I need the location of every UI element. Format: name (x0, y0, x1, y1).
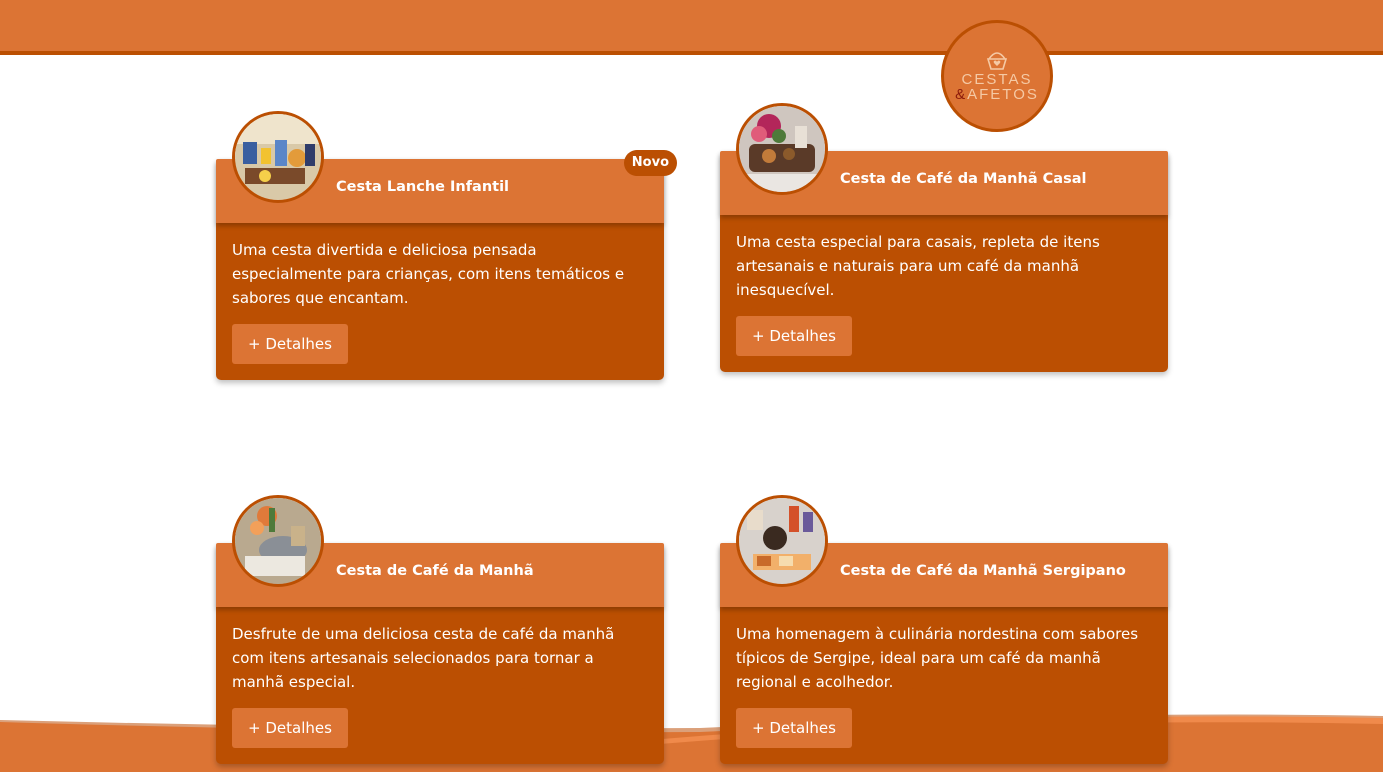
card-title: Cesta de Café da Manhã Casal (840, 171, 1087, 187)
details-button[interactable]: + Detalhes (736, 708, 852, 748)
card-description: Uma cesta divertida e deliciosa pensada … (232, 241, 625, 307)
bottom-wave-decoration (0, 714, 1383, 772)
card-header: Cesta de Café da Manhã Sergipano (720, 495, 1168, 607)
sergipe-breakfast-basket-photo (739, 498, 825, 584)
logo-text-line1: CESTAS (961, 71, 1033, 88)
card-title: Cesta de Café da Manhã (336, 563, 534, 579)
couple-breakfast-basket-photo (739, 106, 825, 192)
card-header: Cesta de Café da Manhã Casal (720, 103, 1168, 215)
product-thumbnail[interactable] (736, 495, 828, 587)
brand-logo[interactable]: CESTAS &AFETOS (941, 20, 1053, 132)
card-description: Uma homenagem à culinária nordestina com… (736, 625, 1139, 691)
card-body: Desfrute de uma deliciosa cesta de café … (216, 607, 664, 764)
logo-ampersand: & (955, 86, 968, 103)
card-body: Uma cesta especial para casais, repleta … (720, 215, 1168, 372)
card-description: Uma cesta especial para casais, repleta … (736, 233, 1100, 299)
product-card: Cesta Lanche Infantil Novo Uma cesta div… (216, 111, 677, 380)
breakfast-basket-photo (235, 498, 321, 584)
card-description: Desfrute de uma deliciosa cesta de café … (232, 625, 615, 691)
details-button[interactable]: + Detalhes (736, 316, 852, 356)
product-card: Cesta de Café da Manhã Sergipano Uma hom… (720, 495, 1168, 764)
product-card: Cesta de Café da Manhã Casal Uma cesta e… (720, 103, 1168, 372)
card-header: Cesta Lanche Infantil Novo (216, 111, 677, 223)
card-title: Cesta de Café da Manhã Sergipano (840, 563, 1126, 579)
logo-text-afetos: AFETOS (967, 86, 1039, 103)
top-header-bar (0, 0, 1383, 55)
details-button[interactable]: + Detalhes (232, 324, 348, 364)
logo-text-line2: &AFETOS (955, 87, 1039, 102)
basket-heart-icon (986, 52, 1008, 70)
kids-snack-basket-photo (235, 114, 321, 200)
card-title: Cesta Lanche Infantil (336, 179, 510, 195)
product-thumbnail[interactable] (232, 495, 324, 587)
card-header: Cesta de Café da Manhã (216, 495, 664, 607)
product-thumbnail[interactable] (736, 103, 828, 195)
product-card: Cesta de Café da Manhã Desfrute de uma d… (216, 495, 664, 764)
card-body: Uma homenagem à culinária nordestina com… (720, 607, 1168, 764)
details-button[interactable]: + Detalhes (232, 708, 348, 748)
card-body: Uma cesta divertida e deliciosa pensada … (216, 223, 664, 380)
product-thumbnail[interactable] (232, 111, 324, 203)
new-badge: Novo (623, 150, 677, 176)
